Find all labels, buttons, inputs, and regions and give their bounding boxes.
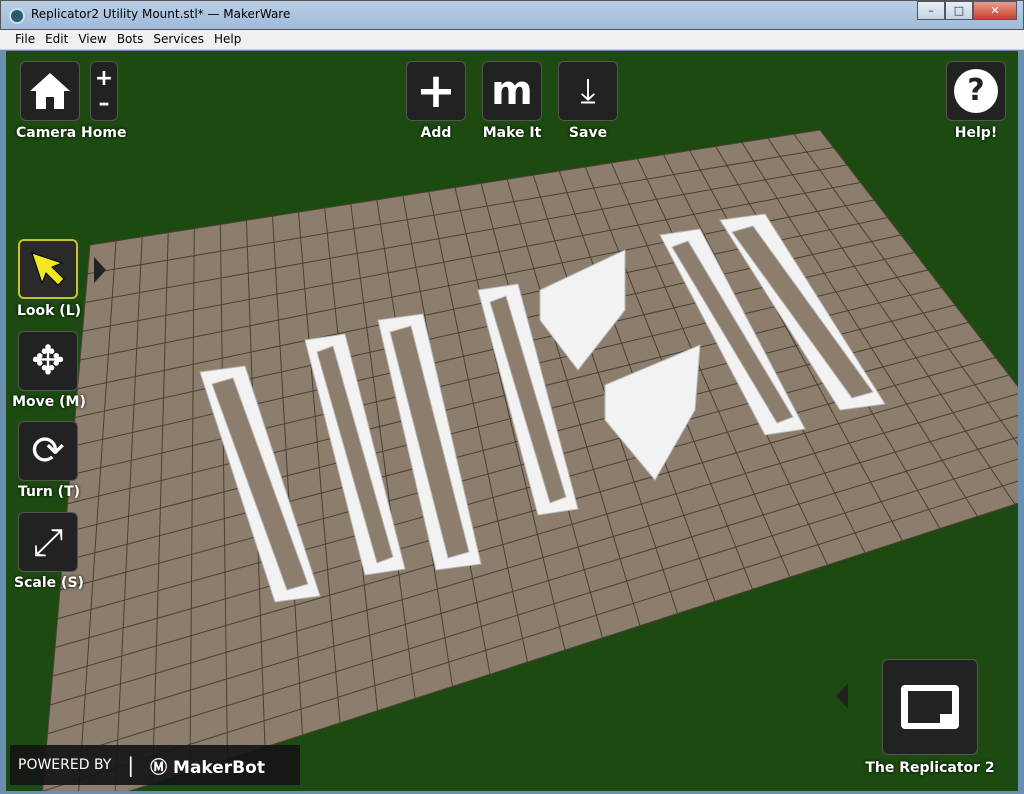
help-button[interactable]: ? xyxy=(946,61,1006,121)
makerbot-m-icon: m xyxy=(491,68,533,114)
turn-tool-button[interactable]: ⟳ xyxy=(18,421,78,481)
scale-arrows-icon: ⤢ xyxy=(32,519,64,564)
menu-file[interactable]: File xyxy=(10,30,40,49)
menu-edit[interactable]: Edit xyxy=(40,30,73,49)
divider: | xyxy=(127,753,135,777)
make-it-button[interactable]: m xyxy=(482,61,542,121)
home-icon xyxy=(30,73,70,109)
makerbot-logo: Ⓜ MakerBot xyxy=(150,757,265,778)
add-button[interactable]: + xyxy=(406,61,466,121)
menu-help[interactable]: Help xyxy=(209,30,246,49)
make-it-label: Make It xyxy=(482,125,542,141)
rotate-icon: ⟳ xyxy=(31,428,65,474)
printer-select-arrow-icon[interactable] xyxy=(834,681,850,711)
printer-name: The Replicator 2 xyxy=(865,760,995,776)
minimize-button[interactable]: – xyxy=(917,1,945,20)
scale-tool-label: Scale (S) xyxy=(14,575,84,591)
move-arrows-icon: ✥ xyxy=(31,338,65,384)
help-icon: ? xyxy=(954,69,998,113)
camera-home-label: Camera Home xyxy=(16,125,127,141)
arrow-cursor-icon xyxy=(31,252,65,286)
expand-tools-arrow-icon[interactable] xyxy=(92,255,108,285)
zoom-in-button[interactable]: + xyxy=(95,66,113,91)
plus-icon: + xyxy=(415,63,457,119)
scale-tool-button[interactable]: ⤢ xyxy=(18,512,78,572)
powered-by-label: POWERED BY xyxy=(18,757,112,773)
makerbot-brand: MakerBot xyxy=(173,757,265,778)
window-title: Replicator2 Utility Mount.stl* — MakerWa… xyxy=(31,7,291,21)
printer-icon xyxy=(901,685,959,729)
powered-by-badge: POWERED BY | Ⓜ MakerBot xyxy=(10,745,300,785)
look-tool-button[interactable] xyxy=(18,239,78,299)
title-bar: Replicator2 Utility Mount.stl* — MakerWa… xyxy=(0,0,1024,30)
menu-services[interactable]: Services xyxy=(148,30,209,49)
maximize-button[interactable]: □ xyxy=(945,1,973,20)
close-button[interactable]: ✕ xyxy=(973,1,1017,20)
menu-view[interactable]: View xyxy=(73,30,111,49)
save-button[interactable]: ⤓ xyxy=(558,61,618,121)
camera-home-button[interactable] xyxy=(20,61,80,121)
save-download-icon: ⤓ xyxy=(580,71,596,111)
move-tool-label: Move (M) xyxy=(12,394,86,410)
turn-tool-label: Turn (T) xyxy=(17,484,81,500)
help-label: Help! xyxy=(954,125,998,141)
save-label: Save xyxy=(568,125,608,141)
build-plate-scene[interactable] xyxy=(6,51,1018,791)
add-label: Add xyxy=(420,125,452,141)
app-icon xyxy=(9,8,25,24)
move-tool-button[interactable]: ✥ xyxy=(18,331,78,391)
menu-bots[interactable]: Bots xyxy=(112,30,149,49)
look-tool-label: Look (L) xyxy=(16,303,82,319)
printer-select-button[interactable] xyxy=(882,659,978,755)
menu-bar: File Edit View Bots Services Help xyxy=(0,30,1024,50)
3d-viewport[interactable]: + – Camera Home + Add m Make It ⤓ Save ?… xyxy=(6,51,1018,791)
zoom-out-button[interactable]: – xyxy=(99,91,110,116)
